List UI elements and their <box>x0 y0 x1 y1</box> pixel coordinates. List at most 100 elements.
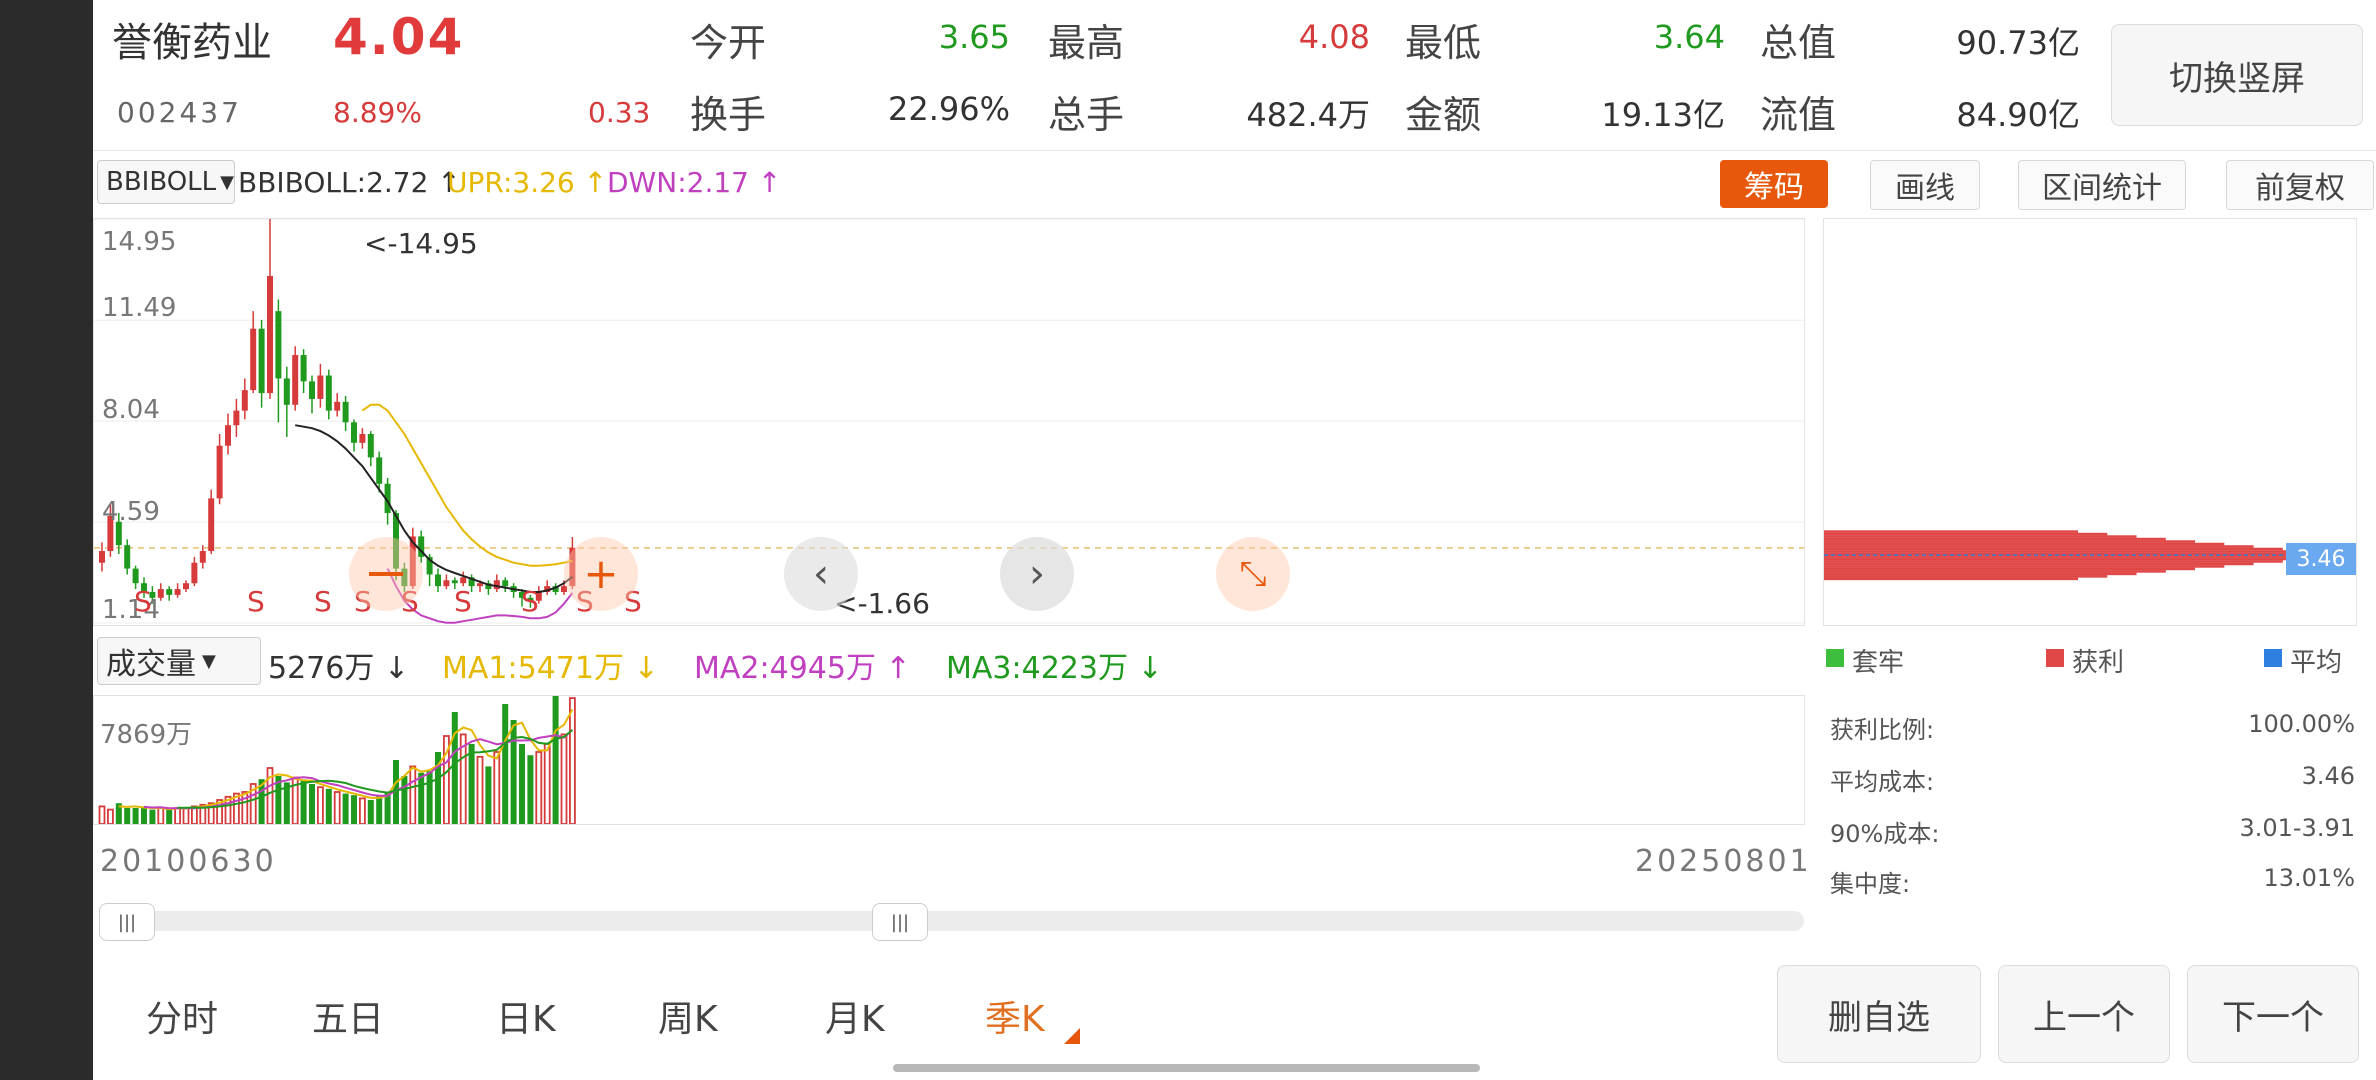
chip-bar <box>1824 530 2079 533</box>
chevron-right-icon: › <box>1029 551 1045 597</box>
tab-five-day[interactable]: 五日 <box>312 990 384 1042</box>
legend-avg-label: 平均 <box>2290 648 2343 678</box>
range-slider[interactable] <box>100 911 1804 931</box>
chip-bar <box>1824 540 2196 543</box>
indicator-selector-label: BBIBOLL <box>106 167 217 197</box>
volume-ma1: MA1:5471万 ↓ <box>442 651 659 686</box>
candle-body <box>325 375 332 411</box>
tab-weekly-k[interactable]: 周K <box>658 990 718 1042</box>
mktcap-label: 总值 <box>1760 21 1837 65</box>
switch-portrait-button[interactable]: 切换竖屏 <box>2111 24 2363 126</box>
legend-profit-label: 获利 <box>2072 648 2125 678</box>
volume-chart[interactable]: 7869万 <box>93 695 1805 825</box>
delete-watchlist-button[interactable]: 删自选 <box>1777 965 1981 1063</box>
candle-body <box>493 580 500 590</box>
dropdown-corner-icon <box>1064 1028 1080 1044</box>
candle-body <box>359 434 366 443</box>
change-percent: 8.89% <box>333 96 422 129</box>
avg-cost-label: 平均成本: <box>1830 768 1935 796</box>
volume-bar <box>333 791 341 824</box>
candle-body <box>283 378 290 405</box>
float-value: 84.90亿 <box>1956 96 2080 134</box>
chevron-down-icon: ▼ <box>202 650 216 672</box>
exit-fullscreen-button[interactable]: ⤡ <box>1216 537 1290 611</box>
chevron-down-icon: ▼ <box>220 171 235 193</box>
volume-bar <box>468 744 475 824</box>
cost90-label: 90%成本: <box>1830 820 1940 848</box>
max-price-marker: <-14.95 <box>364 227 478 260</box>
chip-distribution-chart: 3.46 <box>1823 218 2357 626</box>
candle-body <box>334 401 341 411</box>
previous-stock-button[interactable]: 上一个 <box>1998 965 2170 1063</box>
scroll-right-button[interactable]: › <box>1000 537 1074 611</box>
candle-body <box>216 445 223 499</box>
candle-body <box>166 589 173 595</box>
zoom-out-button[interactable] <box>349 537 423 611</box>
slider-handle-right[interactable]: ||| <box>872 903 928 941</box>
tab-monthly-k[interactable]: 月K <box>825 990 885 1042</box>
chip-bar <box>1824 532 2108 536</box>
tab-daily-k[interactable]: 日K <box>496 990 556 1042</box>
volume-bar <box>342 793 349 824</box>
stock-price: 4.04 <box>333 8 465 66</box>
y-label-4: 4.59 <box>102 497 160 527</box>
grip-icon: ||| <box>117 911 137 933</box>
chip-bar <box>1824 557 2313 561</box>
volume-bar <box>476 755 484 824</box>
volume-bar <box>401 776 408 824</box>
volume-bar <box>182 807 190 824</box>
candle-body <box>258 328 265 394</box>
candle-body <box>99 551 105 563</box>
slider-handle-left[interactable]: ||| <box>99 903 155 941</box>
next-stock-button[interactable]: 下一个 <box>2187 965 2359 1063</box>
candle-body <box>292 355 299 405</box>
avg-cost-value: 3.46 <box>2301 762 2355 790</box>
volume-bar <box>309 784 315 824</box>
chip-bar <box>1824 565 2225 568</box>
bbiboll-value: BBIBOLL:2.72 ↑ <box>238 166 461 199</box>
volume-bar <box>510 720 517 824</box>
candle-body <box>199 551 206 563</box>
chip-bar <box>1824 560 2283 563</box>
candle-body <box>342 401 349 423</box>
candle-body <box>477 583 483 587</box>
volume-bar <box>157 807 165 824</box>
chip-bar <box>1824 537 2166 541</box>
header-divider <box>93 150 2376 151</box>
volume-selector[interactable]: 成交量 ▼ <box>97 637 261 685</box>
y-label-3: 8.04 <box>102 395 160 425</box>
profit-ratio-label: 获利比例: <box>1830 716 1935 744</box>
indicator-selector[interactable]: BBIBOLL ▼ <box>97 160 235 204</box>
range-stats-button[interactable]: 区间统计 <box>2018 160 2186 210</box>
volume-bar <box>174 807 181 824</box>
low-label: 最低 <box>1405 21 1482 65</box>
plus-icon: + <box>583 549 619 598</box>
high-value: 4.08 <box>1298 18 1370 56</box>
change-amount: 0.33 <box>588 96 651 129</box>
scroll-left-button[interactable]: ‹ <box>784 537 858 611</box>
volume-bar <box>166 809 173 824</box>
zoom-in-button[interactable]: + <box>564 537 638 611</box>
volume-plot <box>98 696 576 824</box>
volume-bar <box>376 795 383 824</box>
chips-button[interactable]: 筹码 <box>1720 160 1828 208</box>
candle-body <box>300 355 307 382</box>
tab-timeshare[interactable]: 分时 <box>146 990 218 1042</box>
volume-bar <box>132 808 139 824</box>
legend-trapped-label: 套牢 <box>1852 648 1905 678</box>
volume-bar <box>535 751 543 824</box>
tab-quarterly-k[interactable]: 季K <box>985 990 1045 1042</box>
y-label-2: 11.49 <box>102 293 177 323</box>
open-value: 3.65 <box>938 18 1010 56</box>
sell-signal: S <box>521 585 539 618</box>
adjust-button[interactable]: 前复权 <box>2226 160 2374 210</box>
volume-bar <box>451 712 458 824</box>
candle-body <box>317 375 324 399</box>
draw-line-button[interactable]: 画线 <box>1870 160 1980 210</box>
volume-bar <box>426 771 433 824</box>
candle-body <box>241 390 248 411</box>
chip-bar <box>1824 547 2283 551</box>
avg-cost-tag: 3.46 <box>2286 543 2356 575</box>
kline-chart[interactable]: 14.95 11.49 8.04 4.59 1.14 <-14.95 <-1.6… <box>93 218 1805 626</box>
volume-bar <box>502 704 509 824</box>
